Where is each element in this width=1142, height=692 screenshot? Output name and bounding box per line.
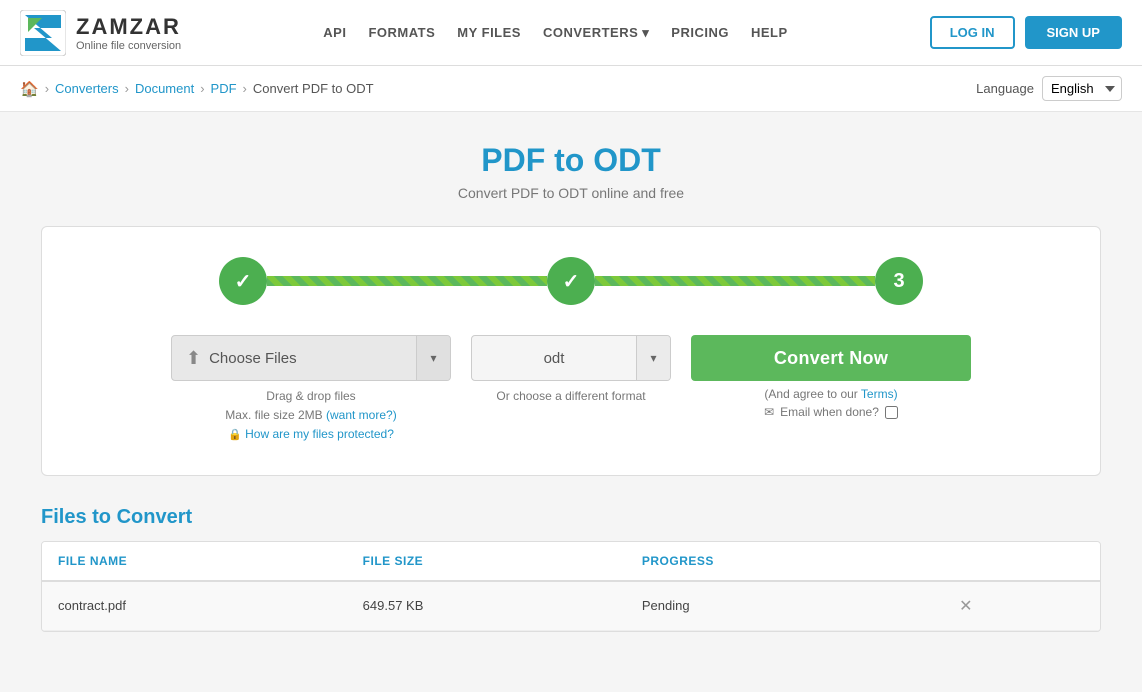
choose-files-helper: Drag & drop files Max. file size 2MB (wa… [225, 387, 396, 445]
file-protection-link[interactable]: How are my files protected? [245, 427, 394, 441]
files-section: Files to Convert FILE NAME FILE SIZE PRO… [41, 506, 1101, 632]
choose-files-group: ⬆ Choose Files ▾ Drag & drop files Max. … [171, 335, 451, 445]
table-row: contract.pdf 649.57 KB Pending ✕ [42, 581, 1100, 631]
breadcrumb-converters[interactable]: Converters [55, 81, 119, 96]
chevron-down-icon: ▾ [642, 25, 649, 41]
breadcrumb-pdf[interactable]: PDF [211, 81, 237, 96]
choose-files-label: Choose Files [209, 350, 297, 367]
step-2-check: ✓ [563, 269, 580, 294]
files-title-plain: Files to [41, 506, 117, 528]
site-name: ZAMZAR [76, 14, 181, 40]
format-group: odt ▾ Or choose a different format [471, 335, 671, 406]
files-title-highlight: Convert [117, 506, 193, 528]
choose-files-dropdown[interactable]: ▾ [416, 336, 450, 380]
step-1-check: ✓ [235, 269, 252, 294]
header: ZAMZAR Online file conversion API FORMAT… [0, 0, 1142, 66]
step-line-1 [267, 276, 547, 286]
page-subtitle: Convert PDF to ODT online and free [41, 185, 1101, 201]
step-3-number: 3 [893, 270, 904, 293]
lock-icon: 🔒 [228, 429, 242, 441]
converter-box: ✓ ✓ 3 ⬆ Choose Files ▾ [41, 226, 1101, 476]
breadcrumb-current: Convert PDF to ODT [253, 81, 374, 96]
files-table: FILE NAME FILE SIZE PROGRESS contract.pd… [42, 542, 1100, 631]
col-actions [939, 542, 1100, 581]
convert-group: Convert Now (And agree to our Terms) ✉ E… [691, 335, 971, 419]
want-more-link[interactable]: (want more?) [326, 408, 397, 422]
home-icon[interactable]: 🏠 [20, 80, 39, 98]
format-value: odt [472, 350, 636, 367]
main-content: PDF to ODT Convert PDF to ODT online and… [21, 112, 1121, 662]
choose-files-button[interactable]: ⬆ Choose Files ▾ [171, 335, 451, 381]
step-1-circle: ✓ [219, 257, 267, 305]
terms-text: (And agree to our Terms) [764, 387, 897, 401]
main-nav: API FORMATS MY FILES CONVERTERS ▾ PRICIN… [323, 25, 787, 41]
language-area: Language English Español Français Deutsc… [976, 76, 1122, 101]
format-helper: Or choose a different format [496, 387, 645, 406]
format-hint-text: Or choose a different format [496, 389, 645, 403]
step-3-circle: 3 [875, 257, 923, 305]
login-button[interactable]: LOG IN [930, 16, 1015, 49]
steps-bar: ✓ ✓ 3 [82, 257, 1060, 305]
step-2-circle: ✓ [547, 257, 595, 305]
col-filesize: FILE SIZE [347, 542, 626, 581]
logo-text: ZAMZAR Online file conversion [76, 14, 181, 52]
converter-controls: ⬆ Choose Files ▾ Drag & drop files Max. … [82, 335, 1060, 445]
file-remove-button[interactable]: ✕ [955, 596, 976, 616]
nav-actions: LOG IN SIGN UP [930, 16, 1122, 49]
upload-icon: ⬆ [186, 348, 201, 369]
chevron-down-icon: ▾ [430, 351, 436, 365]
terms-link[interactable]: Terms) [861, 387, 898, 401]
zamzar-logo-icon [20, 10, 66, 56]
nav-converters[interactable]: CONVERTERS ▾ [543, 25, 649, 41]
col-filename: FILE NAME [42, 542, 347, 581]
language-select[interactable]: English Español Français Deutsch [1042, 76, 1122, 101]
file-remove-cell: ✕ [939, 581, 1100, 631]
nav-api[interactable]: API [323, 25, 346, 40]
nav-pricing[interactable]: PRICING [671, 25, 729, 40]
logo[interactable]: ZAMZAR Online file conversion [20, 10, 181, 56]
terms-prefix: (And agree to our [764, 387, 857, 401]
nav-my-files[interactable]: MY FILES [457, 25, 521, 40]
choose-files-main: ⬆ Choose Files [172, 348, 416, 369]
breadcrumb-bar: 🏠 › Converters › Document › PDF › Conver… [0, 66, 1142, 112]
email-row: ✉ Email when done? [764, 405, 898, 419]
file-name: contract.pdf [42, 581, 347, 631]
email-checkbox[interactable] [885, 406, 898, 419]
format-dropdown[interactable]: ▾ [636, 336, 670, 380]
email-icon: ✉ [764, 405, 774, 419]
table-header-row: FILE NAME FILE SIZE PROGRESS [42, 542, 1100, 581]
file-size: 649.57 KB [347, 581, 626, 631]
drag-drop-text: Drag & drop files [266, 389, 355, 403]
convert-now-button[interactable]: Convert Now [691, 335, 971, 381]
chevron-down-icon: ▾ [650, 351, 656, 365]
breadcrumb-document[interactable]: Document [135, 81, 194, 96]
nav-formats[interactable]: FORMATS [368, 25, 435, 40]
page-title-section: PDF to ODT Convert PDF to ODT online and… [41, 142, 1101, 201]
language-label: Language [976, 81, 1034, 96]
max-size-text: Max. file size 2MB [225, 408, 322, 422]
files-section-title: Files to Convert [41, 506, 1101, 529]
site-tagline: Online file conversion [76, 40, 181, 52]
nav-help[interactable]: HELP [751, 25, 788, 40]
step-line-2 [595, 276, 875, 286]
page-title: PDF to ODT [41, 142, 1101, 179]
files-table-wrap: FILE NAME FILE SIZE PROGRESS contract.pd… [41, 541, 1101, 632]
file-progress: Pending [626, 581, 939, 631]
signup-button[interactable]: SIGN UP [1025, 16, 1122, 49]
format-select[interactable]: odt ▾ [471, 335, 671, 381]
email-label: Email when done? [780, 405, 879, 419]
col-progress: PROGRESS [626, 542, 939, 581]
breadcrumb: 🏠 › Converters › Document › PDF › Conver… [20, 80, 374, 98]
